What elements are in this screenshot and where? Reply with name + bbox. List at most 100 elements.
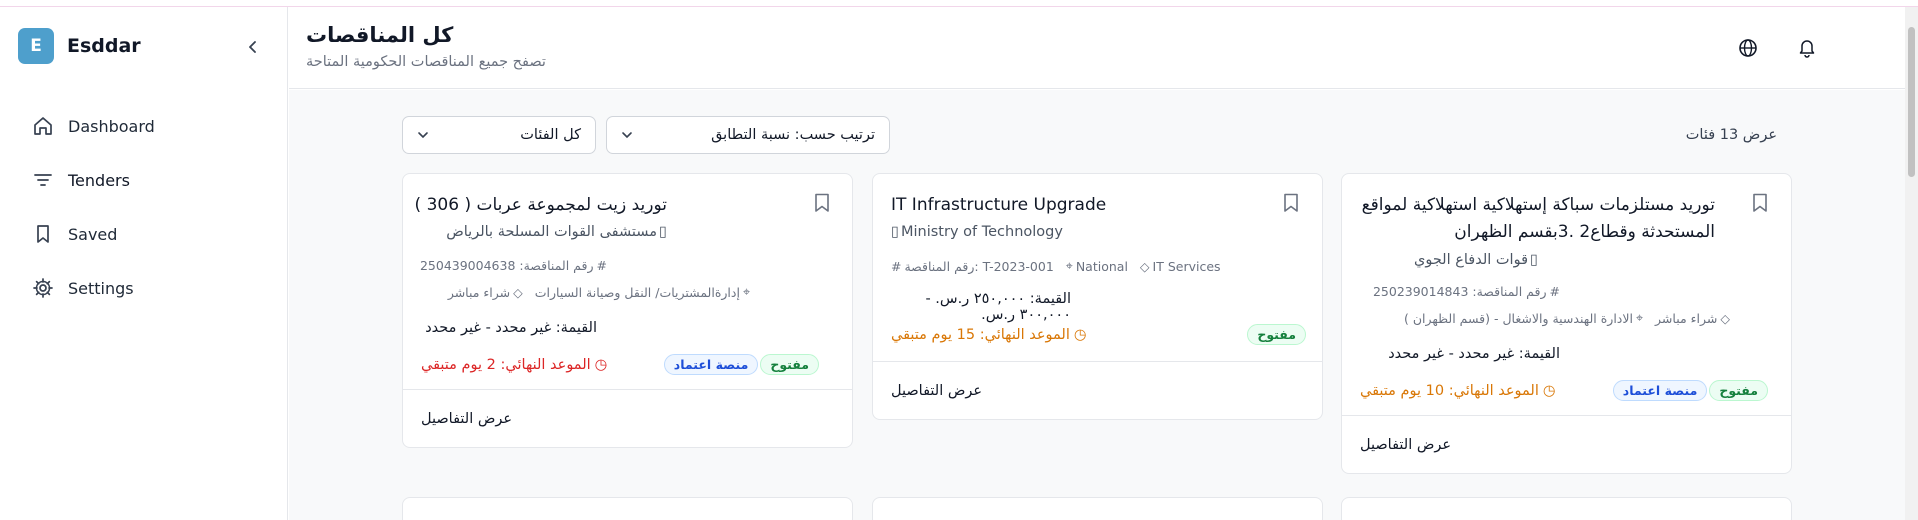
tender-deadline-text: الموعد النهائي: 15 يوم متبقي — [891, 326, 1070, 343]
sidebar-nav: Dashboard Tenders Saved Settings — [0, 99, 287, 315]
building-icon: ▯ — [659, 224, 667, 240]
hash-icon: # — [891, 258, 902, 274]
view-details-link[interactable]: عرض التفاصيل — [873, 361, 1322, 419]
language-button[interactable] — [1735, 35, 1761, 61]
location-pin-icon: ⌖ — [1635, 310, 1644, 325]
tender-location: National — [1075, 258, 1128, 274]
page-header: كل المناقصات تصفح جميع المناقصات الحكومي… — [289, 7, 1905, 89]
tag-icon: ◇ — [513, 284, 523, 300]
location-pin-icon: ⌖ — [1065, 258, 1073, 273]
collapse-sidebar-button[interactable] — [241, 35, 265, 59]
tender-value: القيمة: ٢٥٠,٠٠٠ ر.س. - ٣٠٠,٠٠٠ ر.س. — [925, 291, 1071, 323]
tender-org-name: قوات الدفاع الجوي — [1413, 252, 1529, 268]
tender-card-partial[interactable] — [1341, 497, 1792, 520]
tender-number: # رقم المناقصة: 250239014843 — [1360, 284, 1560, 299]
tender-number-text: رقم المناقصة: 250439004638 — [419, 258, 594, 273]
tender-org-name: مستشفى القوات المسلحة بالرياض — [446, 224, 658, 240]
hash-icon: # — [596, 258, 607, 273]
tender-deadline: ◷ الموعد النهائي: 15 يوم متبقي — [891, 327, 1087, 343]
tender-title: IT Infrastructure Upgrade — [891, 195, 1107, 215]
tender-type: شراء مباشر — [1655, 310, 1718, 326]
status-badge-open: مفتوح — [1709, 380, 1768, 401]
tag-icon: ◇ — [1720, 310, 1730, 326]
sidebar-item-label: Tenders — [68, 170, 130, 190]
tender-card-partial[interactable] — [872, 497, 1323, 520]
sidebar-item-label: Saved — [68, 224, 118, 244]
building-icon: ▯ — [1530, 252, 1538, 268]
tender-badges: مفتوح منصة اعتماد — [1612, 380, 1768, 401]
main-content: كل الفئات ترتيب حسب: نسبة التطابق عرض 13… — [289, 90, 1905, 520]
tender-value: القيمة: غير محدد - غير محدد — [425, 320, 597, 336]
sidebar-item-label: Settings — [68, 278, 134, 298]
bookmark-icon — [815, 193, 829, 212]
tender-card[interactable]: توريد زيت لمجموعة عربات ( 306 ) ▯ مستشفى … — [402, 173, 853, 448]
scrollbar-thumb[interactable] — [1908, 27, 1915, 177]
tender-org: ▯ مستشفى القوات المسلحة بالرياض — [446, 224, 667, 240]
tender-deadline-text: الموعد النهائي: 2 يوم متبقي — [421, 356, 591, 373]
filter-lines-icon — [32, 169, 54, 191]
brand-name: Esddar — [67, 35, 141, 57]
tender-card[interactable]: توريد مستلزمات سباكة إستهلاكية استهلاكية… — [1341, 173, 1792, 474]
tender-number-text: رقم المناقصة: T-2023-001 — [904, 258, 1054, 274]
bookmark-icon — [1753, 193, 1767, 212]
tender-value: القيمة: غير محدد - غير محدد — [1388, 346, 1560, 362]
tender-org-name: Ministry of Technology — [900, 224, 1063, 240]
bookmark-icon — [1284, 193, 1298, 212]
bookmark-icon — [32, 223, 54, 245]
tender-type: شراء مباشر — [447, 284, 511, 300]
gear-icon — [32, 277, 54, 299]
tender-badges: مفتوح — [1247, 324, 1306, 345]
bookmark-button[interactable] — [811, 192, 833, 214]
tender-org: ▯ قوات الدفاع الجوي — [1360, 252, 1538, 268]
tender-deadline-text: الموعد النهائي: 10 يوم متبقي — [1360, 382, 1539, 399]
bell-icon — [1799, 40, 1815, 58]
tender-number-text: رقم المناقصة: 250239014843 — [1372, 284, 1547, 299]
clock-icon: ◷ — [1542, 382, 1556, 399]
brand[interactable]: E Esddar — [18, 28, 141, 64]
tender-meta: ⌖ إدارةالمشتريات/ النقل وصيانة السيارات ◇… — [448, 284, 750, 300]
sort-select[interactable]: ترتيب حسب: نسبة التطابق — [606, 116, 890, 154]
view-details-link[interactable]: عرض التفاصيل — [1342, 415, 1791, 473]
tender-meta: # رقم المناقصة: T-2023-001 ⌖ National ◇ IT … — [891, 258, 1221, 274]
page-scrollbar[interactable] — [1905, 7, 1918, 520]
tender-meta: ◇ شراء مباشر ⌖ الادارة الهندسية والاشغال -… — [1360, 310, 1730, 326]
tender-badges: مفتوح منصة اعتماد — [663, 354, 819, 375]
tender-status-row: ◷ الموعد النهائي: 10 يوم متبقي مفتوح منصة… — [1360, 380, 1768, 401]
notifications-button[interactable] — [1794, 35, 1820, 61]
page-title: كل المناقصات — [306, 23, 454, 47]
platform-badge: منصة اعتماد — [663, 354, 759, 375]
sidebar-item-label: Dashboard — [68, 116, 155, 136]
building-icon: ▯ — [891, 224, 899, 240]
sidebar: E Esddar Dashboard Tenders Saved Setting… — [0, 7, 288, 520]
clock-icon: ◷ — [594, 356, 608, 373]
sidebar-item-settings[interactable]: Settings — [0, 261, 287, 315]
tender-category: IT Services — [1152, 258, 1221, 274]
status-badge-open: مفتوح — [1247, 324, 1306, 345]
chevron-down-icon — [417, 129, 429, 141]
platform-badge: منصة اعتماد — [1612, 380, 1708, 401]
tender-number: # رقم المناقصة: 250439004638 — [420, 258, 607, 273]
hash-icon: # — [1549, 284, 1560, 299]
clock-icon: ◷ — [1073, 326, 1087, 343]
bookmark-button[interactable] — [1749, 192, 1771, 214]
page-subtitle: تصفح جميع المناقصات الحكومية المتاحة — [306, 54, 546, 70]
home-icon — [32, 115, 54, 137]
category-select[interactable]: كل الفئات — [402, 116, 596, 154]
tender-card-partial[interactable] — [402, 497, 853, 520]
tag-icon: ◇ — [1139, 258, 1150, 274]
tender-card[interactable]: IT Infrastructure Upgrade ▯ Ministry of T… — [872, 173, 1323, 420]
location-pin-icon: ⌖ — [742, 284, 750, 299]
tender-location: إدارةالمشتريات/ النقل وصيانة السيارات — [534, 284, 740, 300]
sidebar-item-tenders[interactable]: Tenders — [0, 153, 287, 207]
tender-deadline: ◷ الموعد النهائي: 10 يوم متبقي — [1360, 383, 1556, 399]
tender-org: ▯ Ministry of Technology — [891, 224, 1063, 240]
tender-deadline: ◷ الموعد النهائي: 2 يوم متبقي — [421, 357, 607, 373]
sidebar-item-saved[interactable]: Saved — [0, 207, 287, 261]
bookmark-button[interactable] — [1280, 192, 1302, 214]
sidebar-item-dashboard[interactable]: Dashboard — [0, 99, 287, 153]
tender-location: الادارة الهندسية والاشغال - (قسم الظهران… — [1404, 310, 1633, 326]
view-details-link[interactable]: عرض التفاصيل — [403, 389, 852, 447]
chevron-left-icon — [249, 41, 256, 53]
tender-status-row: ◷ الموعد النهائي: 2 يوم متبقي مفتوح منصة … — [421, 354, 819, 375]
results-count: عرض 13 فئات — [1685, 127, 1777, 143]
